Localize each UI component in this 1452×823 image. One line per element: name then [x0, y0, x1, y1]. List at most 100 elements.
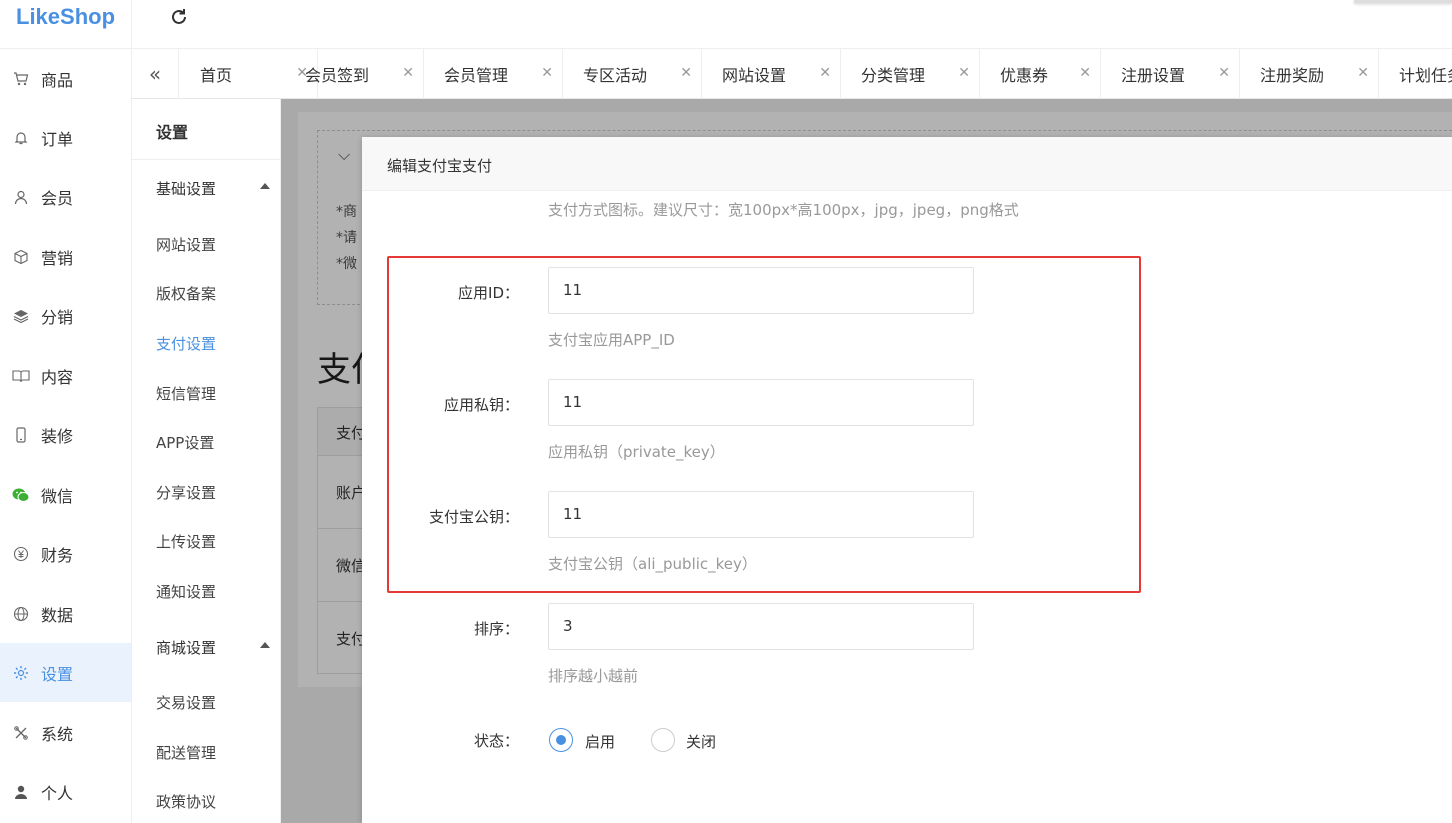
sub-item-upload-settings[interactable]: 上传设置: [156, 531, 216, 552]
wechat-icon: [12, 486, 30, 504]
close-icon[interactable]: ✕: [680, 65, 692, 81]
tab-scheduled-tasks[interactable]: 计划任务: [1379, 49, 1452, 99]
nav-item-data[interactable]: 数据: [0, 584, 131, 643]
tab-label: 专区活动: [583, 66, 648, 85]
tab-label: 优惠券: [1000, 66, 1049, 85]
app-id-hint: 支付宝应用APP_ID: [548, 331, 675, 349]
private-key-label: 应用私钥：: [443, 396, 519, 414]
status-enable-label[interactable]: 启用: [585, 731, 615, 752]
close-icon[interactable]: ✕: [958, 65, 970, 81]
tabs-bar: « 首页 ✕ 会员签到 ✕ 会员管理 ✕ 专区活动 ✕ 网站设置 ✕ 分类管理 ✕ 优惠券 ✕…: [132, 48, 1452, 99]
alipay-public-key-input[interactable]: 11: [548, 491, 974, 538]
sub-item-sms[interactable]: 短信管理: [156, 383, 216, 404]
private-key-hint: 应用私钥（private_key）: [548, 443, 725, 461]
phone-icon: [12, 426, 30, 444]
status-disable-label[interactable]: 关闭: [686, 731, 716, 752]
nav-item-members[interactable]: 会员: [0, 167, 131, 226]
nav-label: 数据: [41, 605, 74, 625]
nav-label: 会员: [41, 188, 74, 208]
sub-item-site-settings[interactable]: 网站设置: [156, 234, 216, 255]
caret-up-icon[interactable]: [260, 183, 270, 189]
user-menu[interactable]: [1354, 0, 1452, 3]
sub-item-payment-settings[interactable]: 支付设置: [156, 333, 216, 354]
tab-coupons[interactable]: 优惠券 ✕: [980, 49, 1101, 99]
nav-label: 装修: [41, 426, 74, 446]
status-enable-radio[interactable]: [549, 728, 573, 752]
tab-label: 会员管理: [444, 66, 509, 85]
nav-label: 微信: [41, 486, 74, 506]
tab-register-settings[interactable]: 注册设置 ✕: [1101, 49, 1240, 99]
nav-label: 财务: [41, 545, 74, 565]
tab-site-settings[interactable]: 网站设置 ✕: [702, 49, 841, 99]
nav-label: 分销: [41, 307, 74, 327]
nav-item-decoration[interactable]: 装修: [0, 405, 131, 464]
tab-label: 注册奖励: [1260, 66, 1325, 85]
sub-item-share-settings[interactable]: 分享设置: [156, 482, 216, 503]
nav-label: 设置: [41, 664, 74, 684]
tab-member-signin[interactable]: 会员签到 ✕: [285, 49, 424, 99]
nav-item-content[interactable]: 内容: [0, 346, 131, 405]
nav-item-distribution[interactable]: 分销: [0, 286, 131, 345]
alipay-public-key-label: 支付宝公钥：: [428, 508, 519, 526]
caret-up-icon[interactable]: [260, 642, 270, 648]
nav-item-marketing[interactable]: 营销: [0, 227, 131, 286]
close-icon[interactable]: ✕: [1218, 65, 1230, 81]
person-icon: [12, 783, 30, 801]
layers-icon: [12, 307, 30, 325]
cart-icon: [12, 70, 30, 88]
user-icon: [12, 188, 30, 206]
sub-item-trade-settings[interactable]: 交易设置: [156, 692, 216, 713]
main-sidebar: LikeShop 商品 订单 会员 营销 分销 内容 装修 微信 财务 数据 设…: [0, 0, 132, 823]
nav-item-wechat[interactable]: 微信: [0, 465, 131, 524]
group-basic-settings[interactable]: 基础设置: [156, 178, 216, 199]
sub-item-policy[interactable]: 政策协议: [156, 791, 216, 812]
app-id-label: 应用ID：: [458, 284, 519, 302]
nav-item-finance[interactable]: 财务: [0, 524, 131, 583]
nav-label: 系统: [41, 724, 74, 744]
sub-item-copyright[interactable]: 版权备案: [156, 283, 216, 304]
collapse-icon[interactable]: «: [132, 49, 179, 99]
tools-icon: [12, 724, 30, 742]
top-bar: [132, 0, 1452, 48]
tab-label: 计划任务: [1399, 66, 1452, 85]
dialog-title: 编辑支付宝支付: [387, 157, 493, 175]
tab-zone-activity[interactable]: 专区活动 ✕: [563, 49, 702, 99]
tab-register-rewards[interactable]: 注册奖励 ✕: [1240, 49, 1379, 99]
divider: [132, 159, 280, 160]
dialog-header: 编辑支付宝支付: [362, 137, 1452, 191]
nav-label: 个人: [41, 783, 74, 803]
edit-alipay-dialog: 编辑支付宝支付 支付方式图标。建议尺寸：宽100px*高100px，jpg，jp…: [362, 137, 1452, 823]
nav-item-profile[interactable]: 个人: [0, 762, 131, 821]
close-icon[interactable]: ✕: [819, 65, 831, 81]
nav-label: 商品: [41, 70, 74, 90]
private-key-input[interactable]: 11: [548, 379, 974, 426]
app-logo[interactable]: LikeShop: [16, 4, 115, 30]
nav-item-settings[interactable]: 设置: [0, 643, 131, 702]
sub-item-notify-settings[interactable]: 通知设置: [156, 581, 216, 602]
nav-item-products[interactable]: 商品: [0, 49, 131, 108]
globe-icon: [12, 605, 30, 623]
sort-input[interactable]: 3: [548, 603, 974, 650]
icon-hint: 支付方式图标。建议尺寸：宽100px*高100px，jpg，jpeg，png格式: [548, 201, 1019, 219]
close-icon[interactable]: ✕: [541, 65, 553, 81]
close-icon[interactable]: ✕: [1079, 65, 1091, 81]
nav-item-orders[interactable]: 订单: [0, 108, 131, 167]
sort-hint: 排序越小越前: [548, 667, 639, 685]
status-disable-radio[interactable]: [651, 728, 675, 752]
nav-label: 内容: [41, 367, 74, 387]
yen-icon: [12, 545, 30, 563]
tab-label: 网站设置: [722, 66, 787, 85]
tab-member-manage[interactable]: 会员管理 ✕: [424, 49, 563, 99]
group-mall-settings[interactable]: 商城设置: [156, 637, 216, 658]
sort-label: 排序：: [473, 620, 519, 638]
tab-category-manage[interactable]: 分类管理 ✕: [841, 49, 980, 99]
sub-item-delivery[interactable]: 配送管理: [156, 742, 216, 763]
sub-item-app-settings[interactable]: APP设置: [156, 432, 214, 453]
nav-item-system[interactable]: 系统: [0, 703, 131, 762]
close-icon[interactable]: ✕: [1357, 65, 1369, 81]
status-label: 状态：: [473, 732, 519, 750]
nav-label: 营销: [41, 248, 74, 268]
close-icon[interactable]: ✕: [402, 65, 414, 81]
refresh-icon[interactable]: [168, 6, 190, 28]
app-id-input[interactable]: 11: [548, 267, 974, 314]
